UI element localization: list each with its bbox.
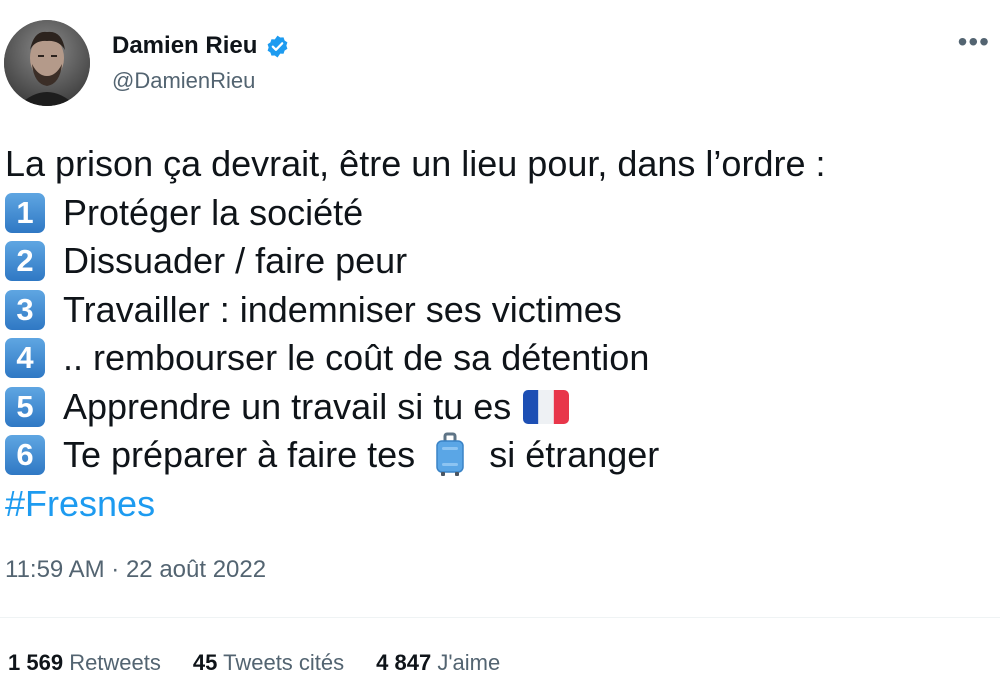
retweets-stat[interactable]: 1 569 Retweets [8, 650, 161, 676]
suitcase-icon [436, 432, 464, 477]
keycap-6-icon: 6 [5, 435, 45, 476]
list-item-text: Protéger la société [63, 191, 364, 233]
author-handle[interactable]: @DamienRieu [112, 68, 290, 94]
list-item-text-before: Te préparer à faire tes [63, 434, 416, 475]
likes-label: J'aime [437, 650, 501, 675]
list-item-text-after: si étranger [489, 434, 660, 475]
verified-badge-icon [267, 35, 288, 57]
tweet-intro: La prison ça devrait, être un lieu pour,… [5, 143, 826, 184]
author-display-name[interactable]: Damien Rieu [112, 32, 290, 60]
quotes-stat[interactable]: 45 Tweets cités [193, 650, 344, 676]
retweets-count: 1 569 [8, 650, 64, 675]
divider [0, 617, 1000, 618]
tweet-stats: 1 569 Retweets 45 Tweets cités 4 847 J'a… [8, 650, 500, 676]
list-item-text: Dissuader / faire peur [63, 240, 408, 281]
avatar-photo [4, 20, 90, 106]
keycap-1-icon: 1 [5, 192, 45, 233]
quotes-label: Tweets cités [223, 650, 345, 675]
tweet-header: Damien Rieu @DamienRieu ••• [4, 20, 994, 110]
list-item: 6 Te préparer à faire tes si étranger [5, 431, 825, 480]
author-display-name-text[interactable]: Damien Rieu [112, 32, 257, 60]
keycap-5-icon: 5 [5, 386, 45, 427]
hashtag-link[interactable]: #Fresnes [5, 480, 155, 529]
tweet-timestamp[interactable]: 11:59 AM · 22 août 2022 [5, 556, 266, 584]
quotes-count: 45 [192, 650, 218, 675]
list-item: 4 .. rembourser le coût de sa détention [5, 334, 825, 383]
keycap-3-icon: 3 [5, 289, 45, 330]
likes-stat[interactable]: 4 847 J'aime [376, 650, 500, 676]
keycap-4-icon: 4 [5, 338, 45, 379]
retweets-label: Retweets [69, 650, 161, 675]
avatar[interactable] [4, 20, 90, 106]
hashtag-line: #Fresnes [5, 480, 825, 529]
likes-count: 4 847 [376, 650, 432, 675]
author-names: Damien Rieu @DamienRieu [112, 32, 290, 94]
list-item: 2 Dissuader / faire peur [5, 237, 825, 286]
french-flag-icon [523, 389, 570, 424]
list-item-text: Apprendre un travail si tu es [63, 385, 512, 427]
list-item-text: .. rembourser le coût de sa détention [63, 337, 650, 378]
keycap-2-icon: 2 [5, 241, 45, 282]
list-item: 3 Travailler : indemniser ses victimes [5, 286, 825, 335]
more-options-icon[interactable]: ••• [958, 26, 990, 58]
list-item: 5 Apprendre un travail si tu es [5, 383, 825, 432]
tweet-text: La prison ça devrait, être un lieu pour,… [5, 140, 825, 528]
list-item: 1 Protéger la société [5, 189, 825, 238]
list-item-text: Travailler : indemniser ses victimes [63, 288, 622, 330]
